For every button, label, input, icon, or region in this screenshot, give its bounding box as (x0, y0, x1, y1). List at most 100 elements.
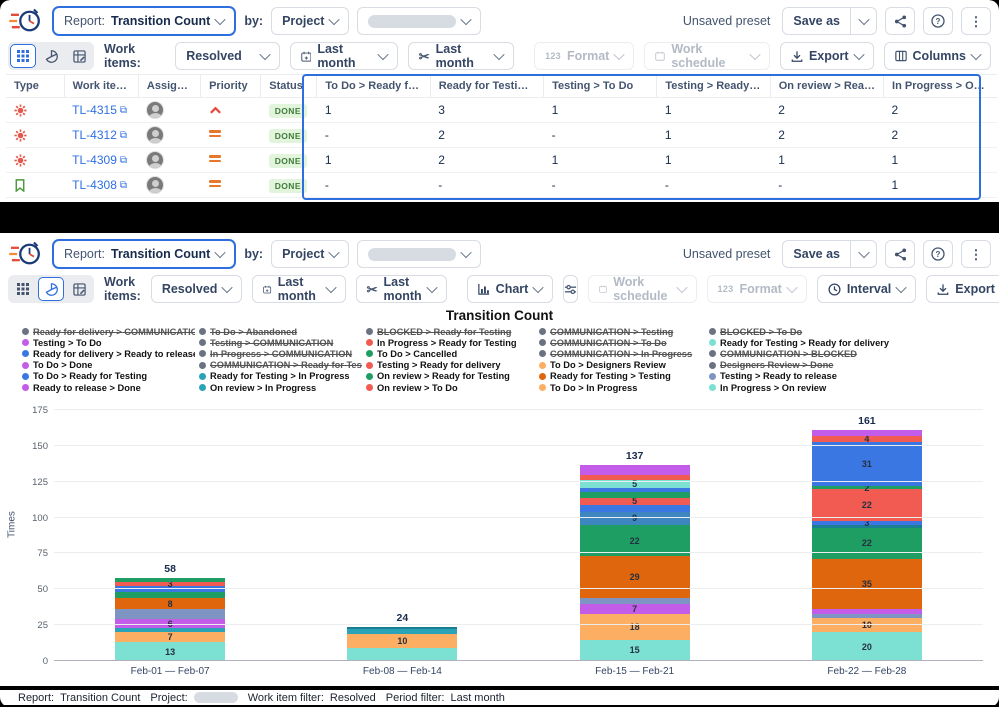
bar-segment: 7 (579, 603, 690, 614)
legend-label: On review > Ready for Testing (377, 371, 510, 382)
gridline (54, 516, 983, 518)
save-as-split-button: Save as (782, 240, 877, 268)
column-header[interactable]: Work item ... (63, 74, 139, 98)
chart-view-button[interactable] (38, 277, 64, 301)
column-header[interactable]: Testing > Ready to release (656, 74, 771, 98)
export-button[interactable]: Export (779, 42, 874, 70)
legend-item[interactable]: Testing > COMMUNICATION (199, 337, 362, 348)
redacted-project-name (368, 14, 457, 28)
column-header[interactable]: In Progress > On review (883, 74, 997, 98)
scissors-icon: ✂ (366, 281, 378, 297)
legend-item[interactable]: To Do > Abandoned (199, 326, 362, 337)
work-item-link[interactable]: TL-4312 ⧉ (72, 128, 127, 142)
column-header[interactable]: Ready for Testing > Testing (429, 74, 544, 98)
legend-item[interactable]: To Do > Cancelled (366, 348, 535, 359)
project-select[interactable] (357, 7, 482, 35)
share-button[interactable] (885, 7, 915, 35)
column-header[interactable]: On review > Ready for Testing (769, 74, 884, 98)
save-as-button[interactable]: Save as (782, 7, 851, 35)
chart-settings-button[interactable] (563, 275, 579, 303)
chart-view-button[interactable] (38, 44, 64, 68)
group-by-select[interactable]: Project (271, 240, 350, 268)
group-by-select[interactable]: Project (271, 7, 350, 35)
legend-item[interactable]: On review > Ready for Testing (366, 371, 535, 382)
legend-item[interactable]: To Do > Designers Review (539, 360, 705, 371)
more-menu-button[interactable]: ⋮ (961, 240, 991, 268)
column-header[interactable]: To Do > Ready for Testing (316, 74, 431, 98)
legend-item[interactable]: Ready for Testing > Testing (539, 371, 705, 382)
segment-value-label: 22 (629, 535, 640, 546)
columns-button[interactable]: Columns (883, 42, 992, 70)
y-tick-label: 75 (37, 548, 48, 560)
work-items-select[interactable]: Resolved (175, 42, 280, 70)
segment-value-label: 10 (397, 635, 408, 646)
work-items-select[interactable]: Resolved (150, 275, 243, 303)
chart-type-button[interactable]: Chart (466, 275, 554, 303)
legend-item[interactable]: Ready for Testing > In Progress (199, 371, 362, 382)
legend-item[interactable]: On review > To Do (366, 382, 535, 393)
chevron-down-icon (328, 246, 341, 259)
column-header[interactable]: Status (260, 74, 317, 98)
save-as-menu-button[interactable] (851, 240, 877, 268)
legend-item[interactable]: Designers Review > Done (709, 360, 889, 371)
column-header[interactable]: Testing > To Do (543, 74, 657, 98)
external-link-icon: ⧉ (119, 104, 128, 116)
legend-item[interactable]: To Do > Ready for Testing (22, 371, 195, 382)
share-button[interactable] (885, 240, 915, 268)
legend-item[interactable]: To Do > In Progress (539, 382, 705, 393)
table-view-button[interactable] (10, 44, 36, 68)
kebab-icon: ⋮ (969, 246, 983, 262)
legend-item[interactable]: COMMUNICATION > In Progress (539, 348, 705, 359)
legend-item[interactable]: COMMUNICATION > Ready for Testing (199, 360, 362, 371)
work-item-link[interactable]: TL-4308 ⧉ (72, 178, 127, 192)
report-select[interactable]: Report: Transition Count (52, 6, 237, 36)
legend-item[interactable]: COMMUNICATION > To Do (539, 337, 705, 348)
legend-item[interactable]: Testing > Ready to release (709, 371, 889, 382)
legend-item[interactable]: On review > In Progress (199, 382, 362, 393)
help-button[interactable]: ? (923, 240, 953, 268)
pivot-view-button[interactable] (66, 44, 92, 68)
legend-item[interactable]: Ready to release > Done (22, 382, 195, 393)
transition-count-cell: - (543, 122, 657, 148)
column-header[interactable]: Type (6, 74, 65, 98)
legend-label: Testing > COMMUNICATION (210, 337, 334, 348)
save-as-menu-button[interactable] (851, 7, 877, 35)
work-item-link[interactable]: TL-4309 ⧉ (72, 153, 127, 167)
period-select[interactable]: Last month (289, 42, 398, 70)
legend-item[interactable]: Ready for delivery > COMMUNICATION (22, 326, 195, 337)
save-as-button[interactable]: Save as (782, 240, 851, 268)
trim-period-select[interactable]: ✂ Last month (407, 42, 515, 70)
pivot-view-button[interactable] (66, 277, 92, 301)
svg-text:?: ? (936, 17, 941, 26)
legend-item[interactable]: BLOCKED > To Do (709, 326, 889, 337)
legend-item[interactable]: In Progress > Ready for Testing (366, 337, 535, 348)
legend-item[interactable]: Testing > Ready for delivery (366, 360, 535, 371)
interval-button[interactable]: Interval (816, 275, 917, 303)
status-badge: DONE (268, 103, 307, 118)
transition-count-cell: 1 (883, 147, 997, 173)
report-select[interactable]: Report: Transition Count (52, 239, 237, 269)
x-axis-labels: Feb-01 — Feb-07 Feb-08 — Feb-14 Feb-15 — F… (54, 666, 983, 677)
trim-period-select[interactable]: ✂ Last month (355, 275, 447, 303)
table-view-button[interactable] (10, 277, 36, 301)
export-button[interactable]: Export (926, 275, 999, 303)
column-header[interactable]: Priority (200, 74, 261, 98)
legend-item[interactable]: Ready for delivery > Ready to release (22, 348, 195, 359)
legend-swatch (539, 361, 546, 369)
legend-item[interactable]: Ready for Testing > Ready for delivery (709, 337, 889, 348)
legend-item[interactable]: To Do > Done (22, 360, 195, 371)
help-button[interactable]: ? (923, 7, 953, 35)
work-item-link[interactable]: TL-4315 ⧉ (72, 103, 127, 117)
bar-segment: 9 (579, 511, 690, 525)
legend-item[interactable]: In Progress > On review (709, 382, 889, 393)
chevron-down-icon (532, 281, 544, 294)
project-select[interactable] (357, 240, 482, 268)
more-menu-button[interactable]: ⋮ (961, 7, 991, 35)
column-header[interactable]: Assignee (137, 74, 201, 98)
period-select[interactable]: Last month (252, 275, 346, 303)
legend-item[interactable]: Testing > To Do (22, 337, 195, 348)
legend-item[interactable]: In Progress > COMMUNICATION (199, 348, 362, 359)
legend-item[interactable]: COMMUNICATION > Testing (539, 326, 705, 337)
legend-item[interactable]: COMMUNICATION > BLOCKED (709, 348, 889, 359)
legend-item[interactable]: BLOCKED > Ready for Testing (366, 326, 535, 337)
